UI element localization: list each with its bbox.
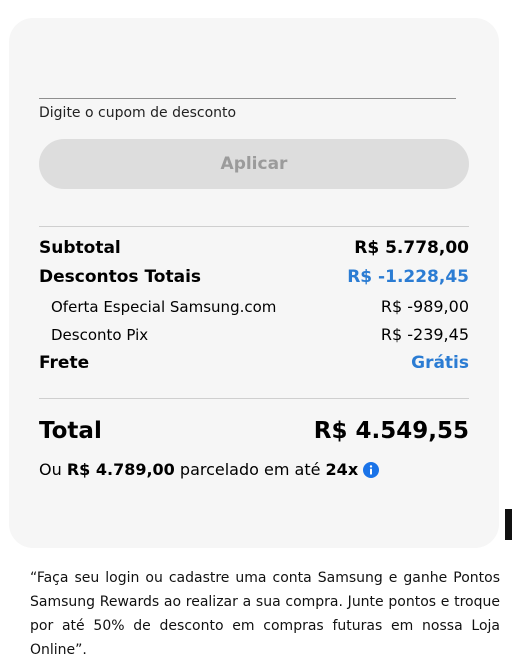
shipping-label: Frete (39, 353, 90, 373)
pix-discount-label: Desconto Pix (51, 325, 149, 344)
apply-coupon-button[interactable]: Aplicar (39, 139, 469, 189)
divider (39, 226, 469, 227)
subtotal-label: Subtotal (39, 238, 121, 258)
installments-middle: parcelado em até (179, 460, 321, 479)
side-feedback-tab[interactable] (505, 509, 512, 540)
discounts-label: Descontos Totais (39, 267, 202, 287)
installments-amount: R$ 4.789,00 (66, 460, 175, 479)
shipping-value: Grátis (411, 353, 469, 373)
installments-prefix: Ou (39, 460, 62, 479)
divider (39, 398, 469, 399)
total-value: R$ 4.549,55 (313, 418, 469, 444)
coupon-input-underline (39, 98, 456, 99)
installments-text: Ou R$ 4.789,00 parcelado em até 24x (39, 460, 380, 479)
shipping-row: Frete Grátis (39, 353, 469, 373)
pix-discount-value: R$ -239,45 (380, 325, 469, 344)
offer-discount-value: R$ -989,00 (380, 297, 469, 316)
discounts-value: R$ -1.228,45 (347, 267, 469, 287)
installments-count: 24x (325, 460, 359, 479)
info-icon[interactable] (363, 461, 380, 478)
coupon-input[interactable] (37, 102, 461, 124)
offer-discount-row: Oferta Especial Samsung.com R$ -989,00 (39, 297, 469, 316)
total-row: Total R$ 4.549,55 (39, 418, 469, 444)
subtotal-value: R$ 5.778,00 (354, 238, 469, 258)
order-summary-card: Aplicar Subtotal R$ 5.778,00 Descontos T… (9, 18, 499, 548)
subtotal-row: Subtotal R$ 5.778,00 (39, 238, 469, 258)
discounts-row: Descontos Totais R$ -1.228,45 (39, 267, 469, 287)
total-label: Total (39, 418, 102, 444)
offer-discount-label: Oferta Especial Samsung.com (51, 297, 277, 316)
pix-discount-row: Desconto Pix R$ -239,45 (39, 325, 469, 344)
rewards-note: “Faça seu login ou cadastre uma conta Sa… (30, 570, 500, 658)
